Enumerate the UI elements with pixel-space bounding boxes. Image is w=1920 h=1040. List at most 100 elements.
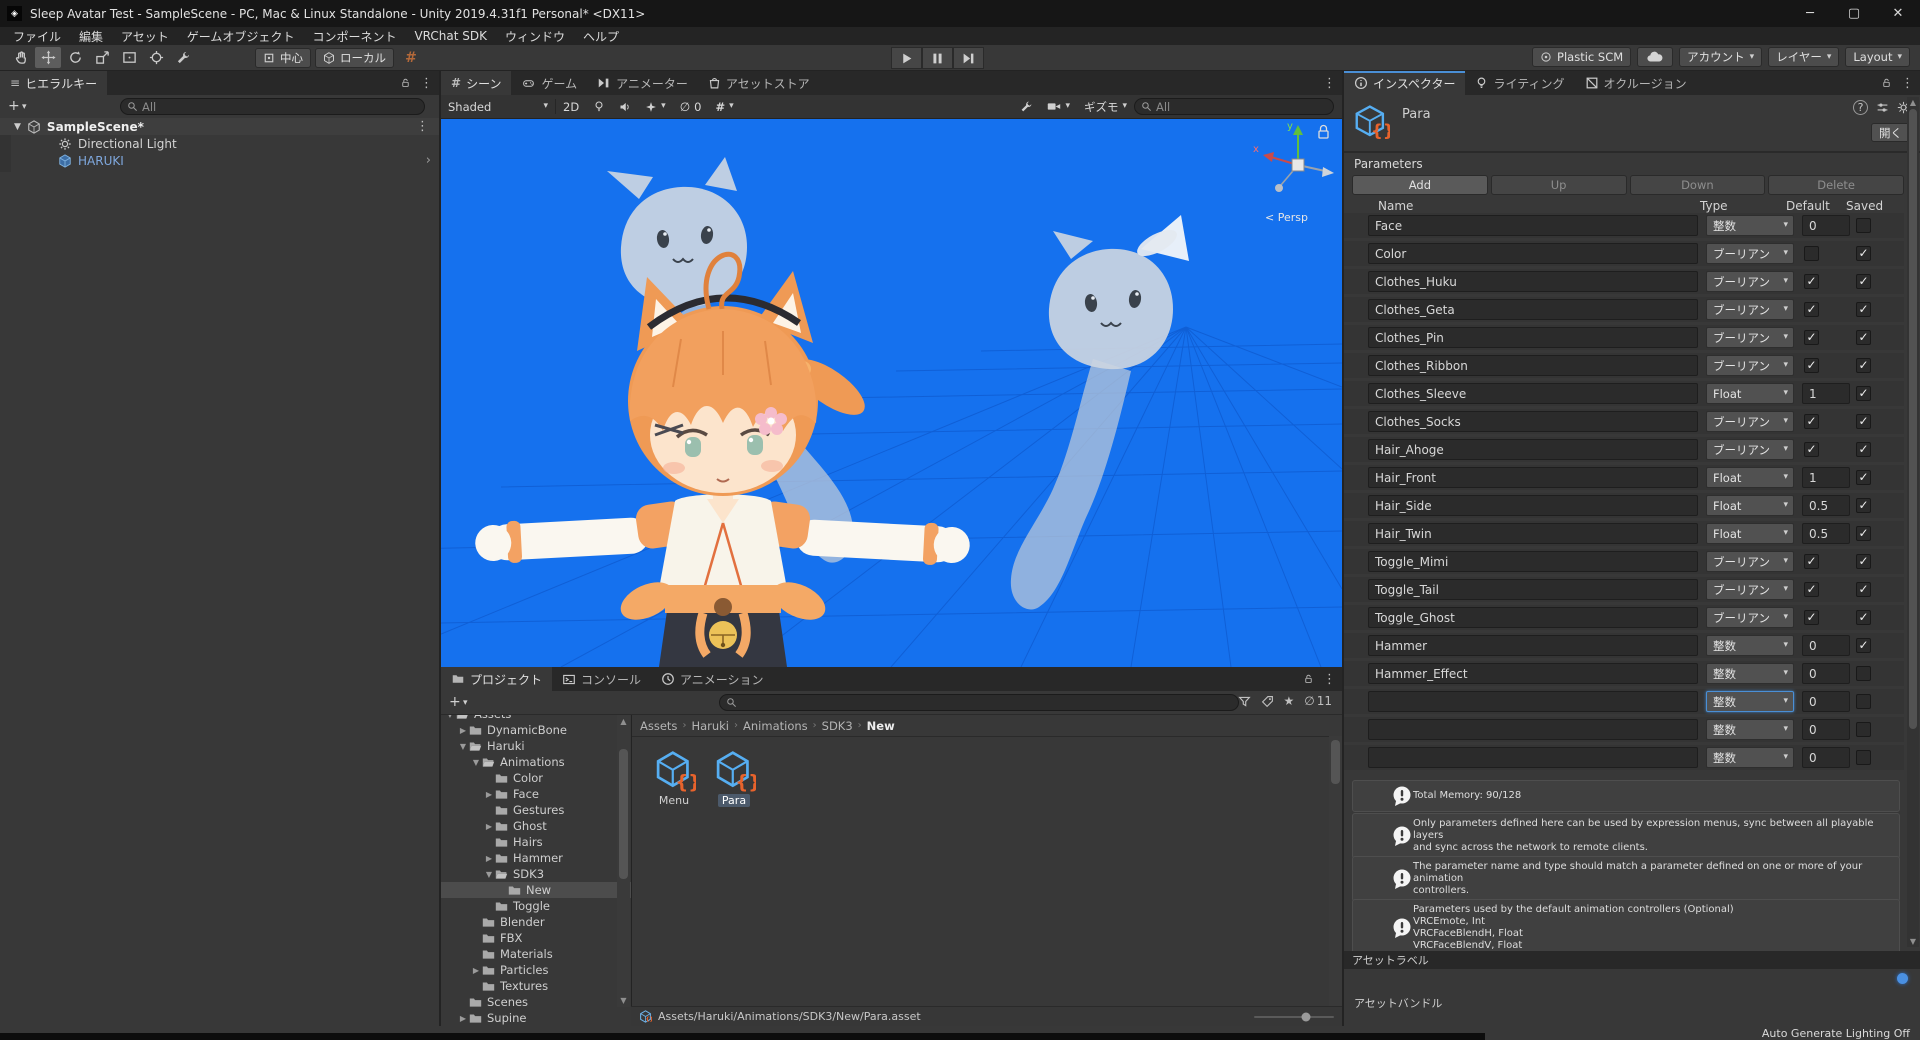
parameter-name-field[interactable]: Hammer xyxy=(1368,635,1698,656)
parameter-default-checkbox[interactable] xyxy=(1804,414,1819,429)
asset-labels-header[interactable]: アセットラベル xyxy=(1344,951,1920,969)
breadcrumb-item-new[interactable]: New xyxy=(867,719,895,733)
plastic-scm-button[interactable]: Plastic SCM xyxy=(1532,47,1631,67)
menu-VRChat SDK[interactable]: VRChat SDK xyxy=(405,27,496,45)
custom-tools-button[interactable] xyxy=(170,47,196,68)
scene-search-input[interactable]: All xyxy=(1134,98,1334,115)
scene-viewport[interactable]: y x < Persp xyxy=(441,119,1342,667)
panel-menu-icon[interactable]: ⋮ xyxy=(1323,76,1336,91)
parameter-saved-checkbox[interactable] xyxy=(1856,666,1871,681)
parameter-default-field[interactable]: 0.5 xyxy=(1802,495,1850,516)
parameter-type-dropdown[interactable]: ブーリアン▾ xyxy=(1706,411,1794,432)
parameter-saved-checkbox[interactable] xyxy=(1856,554,1871,569)
parameter-saved-checkbox[interactable] xyxy=(1856,582,1871,597)
scene-menu-icon[interactable]: ⋮ xyxy=(416,119,429,134)
parameter-type-dropdown[interactable]: Float▾ xyxy=(1706,523,1794,544)
parameter-name-field[interactable]: Clothes_Ribbon xyxy=(1368,355,1698,376)
tree-folder-dynamicbone[interactable]: ▶DynamicBone xyxy=(441,722,631,738)
layers-dropdown[interactable]: レイヤー▾ xyxy=(1768,47,1839,67)
search-by-type-icon[interactable] xyxy=(1238,695,1251,708)
project-search-input[interactable] xyxy=(719,694,1239,711)
parameter-type-dropdown[interactable]: ブーリアン▾ xyxy=(1706,271,1794,292)
tree-folder-hammer[interactable]: ▶Hammer xyxy=(441,850,631,866)
pivot-center-button[interactable]: 中心 xyxy=(255,48,311,68)
tree-folder-particles[interactable]: ▶Particles xyxy=(441,962,631,978)
move-tool-button[interactable] xyxy=(35,47,61,68)
parameter-saved-checkbox[interactable] xyxy=(1856,470,1871,485)
inspector-tab-インスペクター[interactable]: インスペクター xyxy=(1344,71,1465,95)
parameter-default-checkbox[interactable] xyxy=(1804,442,1819,457)
parameter-type-dropdown[interactable]: ブーリアン▾ xyxy=(1706,299,1794,320)
tree-folder-ghost[interactable]: ▶Ghost xyxy=(441,818,631,834)
parameter-name-field[interactable] xyxy=(1368,747,1698,768)
tree-folder-haruki[interactable]: ▼Haruki xyxy=(441,738,631,754)
open-asset-button[interactable]: 開く xyxy=(1871,123,1910,142)
parameter-saved-checkbox[interactable] xyxy=(1856,610,1871,625)
foldout-closed-icon[interactable]: ▶ xyxy=(458,726,468,735)
parameter-name-field[interactable]: Clothes_Socks xyxy=(1368,411,1698,432)
parameter-saved-checkbox[interactable] xyxy=(1856,498,1871,513)
parameter-saved-checkbox[interactable] xyxy=(1856,246,1871,261)
menu-ゲームオブジェクト[interactable]: ゲームオブジェクト xyxy=(178,27,304,45)
search-by-label-icon[interactable] xyxy=(1261,695,1274,708)
parameter-name-field[interactable]: Hammer_Effect xyxy=(1368,663,1698,684)
parameter-saved-checkbox[interactable] xyxy=(1856,302,1871,317)
parameter-name-field[interactable]: Toggle_Tail xyxy=(1368,579,1698,600)
play-button[interactable] xyxy=(891,47,922,69)
parameter-saved-checkbox[interactable] xyxy=(1856,414,1871,429)
scene-visibility-toggle[interactable]: ∅0 xyxy=(673,95,709,118)
scene-tab-アニメーター[interactable]: アニメーター xyxy=(587,71,698,95)
menu-アセット[interactable]: アセット xyxy=(112,27,178,45)
hidden-count-toggle[interactable]: ∅11 xyxy=(1304,694,1332,708)
parameter-name-field[interactable]: Face xyxy=(1368,215,1698,236)
parameter-default-field[interactable]: 0 xyxy=(1802,635,1850,656)
create-button[interactable]: + xyxy=(449,694,461,710)
parameter-default-checkbox[interactable] xyxy=(1804,358,1819,373)
down-button[interactable]: Down xyxy=(1630,175,1766,195)
minimize-button[interactable]: ─ xyxy=(1788,0,1832,27)
tree-folder-blender[interactable]: Blender xyxy=(441,914,631,930)
tree-folder-fbx[interactable]: FBX xyxy=(441,930,631,946)
parameter-type-dropdown[interactable]: 整数▾ xyxy=(1706,635,1794,656)
scene-row[interactable]: ▼ SampleScene* ⋮ xyxy=(0,118,439,135)
asset-item-menu[interactable]: {}Menu xyxy=(646,749,702,807)
scene-lighting-toggle[interactable] xyxy=(586,95,612,118)
scene-tab-シーン[interactable]: #シーン xyxy=(441,71,511,95)
panel-menu-icon[interactable]: ⋮ xyxy=(420,76,433,91)
scene-tab-ゲーム[interactable]: ゲーム xyxy=(511,71,587,95)
tree-folder-toggle[interactable]: Toggle xyxy=(441,898,631,914)
scale-tool-button[interactable] xyxy=(89,47,115,68)
parameter-type-dropdown[interactable]: 整数▾ xyxy=(1706,719,1794,740)
tree-folder-assets[interactable]: ▼Assets xyxy=(441,715,631,722)
parameter-saved-checkbox[interactable] xyxy=(1856,386,1871,401)
hierarchy-item-haruki[interactable]: HARUKI› xyxy=(0,152,439,169)
rotate-tool-button[interactable] xyxy=(62,47,88,68)
parameter-type-dropdown[interactable]: ブーリアン▾ xyxy=(1706,579,1794,600)
tree-folder-materials[interactable]: Materials xyxy=(441,946,631,962)
parameter-name-field[interactable]: Hair_Twin xyxy=(1368,523,1698,544)
parameter-type-dropdown[interactable]: ブーリアン▾ xyxy=(1706,327,1794,348)
parameter-type-dropdown[interactable]: Float▾ xyxy=(1706,495,1794,516)
lighting-status-label[interactable]: Auto Generate Lighting Off xyxy=(1762,1027,1910,1040)
parameter-name-field[interactable]: Clothes_Geta xyxy=(1368,299,1698,320)
help-icon[interactable]: ? xyxy=(1853,100,1868,115)
expand-chevron-icon[interactable]: › xyxy=(426,153,431,168)
parameter-default-field[interactable]: 0 xyxy=(1802,719,1850,740)
foldout-closed-icon[interactable]: ▶ xyxy=(458,1014,468,1023)
scene-camera-dropdown[interactable]: ▾ xyxy=(1040,95,1077,118)
presets-icon[interactable] xyxy=(1876,101,1889,114)
create-button[interactable]: + xyxy=(8,98,20,114)
persp-label[interactable]: < Persp xyxy=(1265,211,1308,224)
tab-hierarchy[interactable]: ≡ ヒエラルキー xyxy=(0,71,107,95)
parameter-saved-checkbox[interactable] xyxy=(1856,750,1871,765)
parameter-saved-checkbox[interactable] xyxy=(1856,526,1871,541)
parameter-default-checkbox[interactable] xyxy=(1804,274,1819,289)
parameter-default-checkbox[interactable] xyxy=(1804,330,1819,345)
tree-folder-sdk3[interactable]: ▼SDK3 xyxy=(441,866,631,882)
tree-folder-face[interactable]: ▶Face xyxy=(441,786,631,802)
project-tab-アニメーション[interactable]: アニメーション xyxy=(651,667,774,691)
inspector-tab-ライティング[interactable]: ライティング xyxy=(1465,71,1574,95)
parameter-saved-checkbox[interactable] xyxy=(1856,274,1871,289)
tree-scrollbar[interactable]: ▲ ▼ xyxy=(617,715,630,1007)
parameter-name-field[interactable]: Color xyxy=(1368,243,1698,264)
